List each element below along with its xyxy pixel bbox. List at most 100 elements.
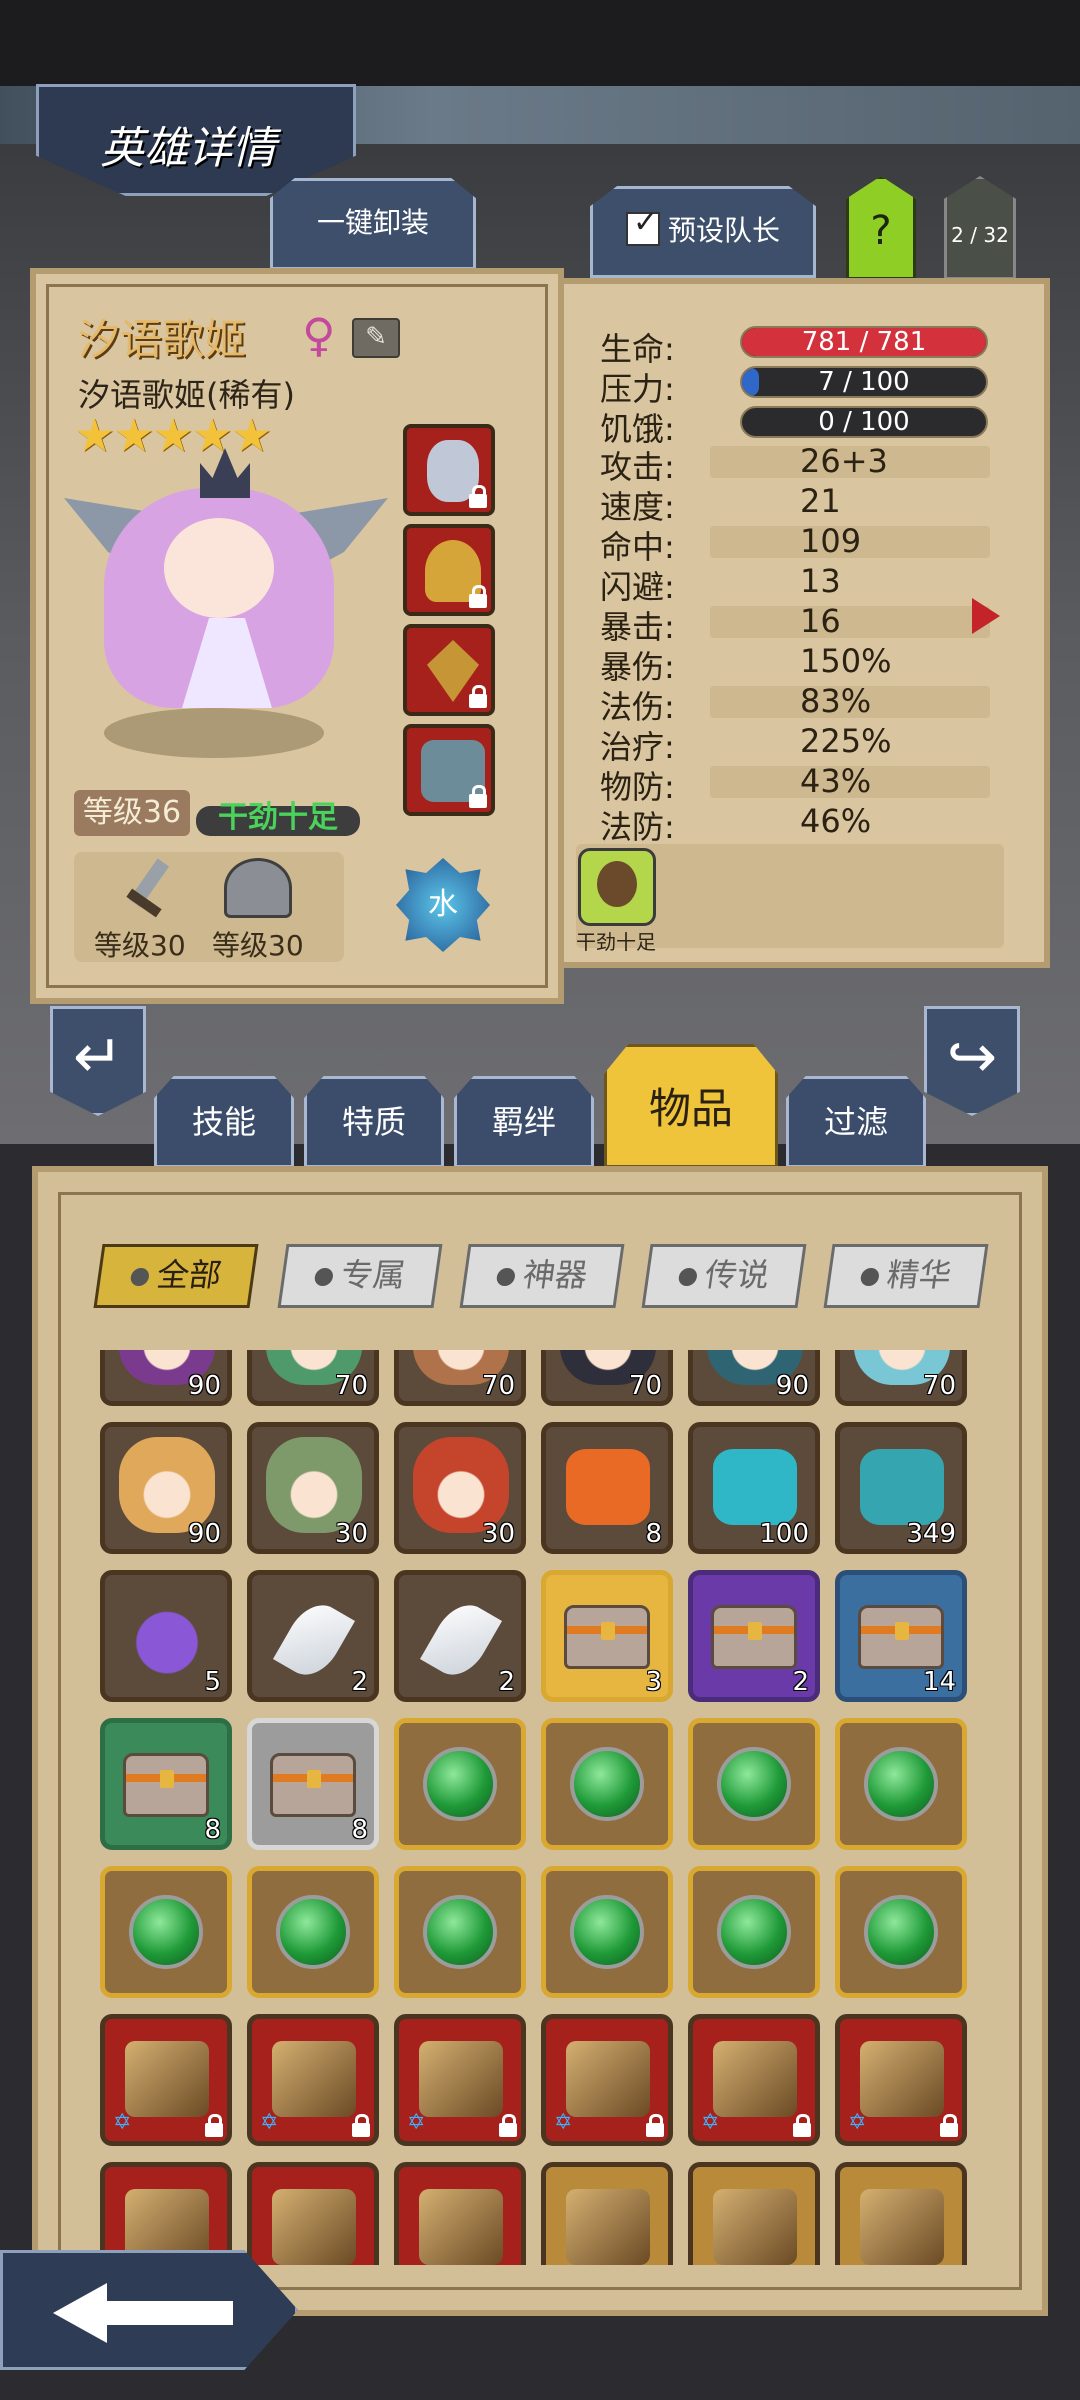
inventory-item[interactable]: 2 <box>247 1570 379 1702</box>
item-count: 8 <box>645 1519 662 1549</box>
item-count: 70 <box>628 1371 662 1401</box>
inventory-item[interactable] <box>541 1866 673 1998</box>
lock-icon <box>469 485 487 508</box>
sword-icon[interactable] <box>116 858 180 922</box>
inventory-item[interactable]: 70 <box>835 1350 967 1406</box>
inventory-item[interactable]: 70 <box>541 1350 673 1406</box>
inventory-item[interactable]: 30 <box>247 1422 379 1554</box>
energized-status-icon[interactable] <box>578 848 656 926</box>
inventory-item[interactable] <box>394 2162 526 2265</box>
hero-portrait[interactable] <box>64 448 388 778</box>
stat-value: 13 <box>800 562 841 600</box>
equip-slot-helmet[interactable] <box>403 524 495 616</box>
inventory-item[interactable]: ✡ <box>247 2014 379 2146</box>
inventory-item[interactable]: 90 <box>688 1350 820 1406</box>
rename-edit-icon[interactable]: ✎ <box>352 318 400 358</box>
inventory-item[interactable]: ✡ <box>394 2014 526 2146</box>
green-gem-icon <box>423 1747 497 1821</box>
star-badge-icon: ✡ <box>407 2110 426 2135</box>
inventory-item[interactable] <box>100 2162 232 2265</box>
inventory-item[interactable] <box>247 1866 379 1998</box>
equipment-icon <box>566 2041 650 2117</box>
inventory-item[interactable]: 8 <box>247 1718 379 1850</box>
material-icon <box>713 1449 797 1525</box>
help-label: ? <box>870 208 892 254</box>
inventory-item[interactable]: ✡ <box>100 2014 232 2146</box>
inventory-item[interactable] <box>835 1866 967 1998</box>
radio-icon <box>859 1268 881 1286</box>
back-button[interactable] <box>0 2250 298 2370</box>
helmet-icon[interactable] <box>224 858 292 918</box>
equipment-icon <box>566 2189 650 2265</box>
inventory-item[interactable]: 2 <box>688 1570 820 1702</box>
equip-slot-armor[interactable] <box>403 724 495 816</box>
inventory-item[interactable]: 8 <box>541 1422 673 1554</box>
stat-value: 46% <box>800 802 872 840</box>
weapon-level-text: 等级30 <box>94 929 186 962</box>
inventory-item[interactable] <box>688 1718 820 1850</box>
unequip-all-button[interactable]: 一键卸装 <box>270 178 476 270</box>
stat-row: 法防: 46% <box>600 802 988 846</box>
more-stats-arrow-icon[interactable] <box>972 598 1000 634</box>
stat-value: 26+3 <box>800 442 888 480</box>
inventory-item[interactable] <box>835 2162 967 2265</box>
category-label: 专属 <box>338 1256 408 1294</box>
tab-items[interactable]: 物品 <box>604 1044 778 1168</box>
inventory-item[interactable] <box>688 1866 820 1998</box>
inventory-grid[interactable]: 90 70 70 70 90 70 90 30 30 8 100 349 5 2 2 3 2 14 8 8 ✡ ✡ ✡ ✡ ✡ ✡ <box>100 1350 980 2265</box>
equip-slot-accessory[interactable] <box>403 624 495 716</box>
lock-icon <box>352 2114 370 2137</box>
inventory-item[interactable] <box>394 1866 526 1998</box>
star-badge-icon: ✡ <box>701 2110 720 2135</box>
inventory-item[interactable]: 8 <box>100 1718 232 1850</box>
inventory-item[interactable]: 14 <box>835 1570 967 1702</box>
tab-skills[interactable]: 技能 <box>154 1076 294 1168</box>
tab-filter[interactable]: 过滤 <box>786 1076 926 1168</box>
category-legend-button[interactable]: 传说 <box>641 1244 807 1308</box>
item-count: 8 <box>351 1815 368 1845</box>
star-badge-icon: ✡ <box>554 2110 573 2135</box>
item-count: 100 <box>759 1519 809 1549</box>
category-exclusive-button[interactable]: 专属 <box>277 1244 443 1308</box>
tab-traits[interactable]: 特质 <box>304 1076 444 1168</box>
inventory-item[interactable]: 90 <box>100 1350 232 1406</box>
category-all-button[interactable]: 全部 <box>93 1244 259 1308</box>
inventory-item[interactable]: 349 <box>835 1422 967 1554</box>
stat-value: 225% <box>800 722 892 760</box>
equipment-icon <box>860 2189 944 2265</box>
inventory-item[interactable] <box>541 2162 673 2265</box>
item-count: 14 <box>922 1667 956 1697</box>
item-count: 30 <box>334 1519 368 1549</box>
stat-row: 速度: 21 <box>600 482 988 526</box>
green-gem-icon <box>717 1747 791 1821</box>
inventory-item[interactable]: 70 <box>247 1350 379 1406</box>
checkbox-icon[interactable]: ✓ <box>625 206 660 246</box>
hero-level-text: 等级36 <box>82 795 182 830</box>
inventory-item[interactable]: 3 <box>541 1570 673 1702</box>
inventory-item[interactable]: 90 <box>100 1422 232 1554</box>
inventory-item[interactable]: 5 <box>100 1570 232 1702</box>
inventory-item[interactable] <box>688 2162 820 2265</box>
inventory-item[interactable]: ✡ <box>835 2014 967 2146</box>
stat-row: 物防: 43% <box>600 762 990 806</box>
inventory-item[interactable] <box>541 1718 673 1850</box>
inventory-item[interactable]: ✡ <box>688 2014 820 2146</box>
inventory-item[interactable] <box>247 2162 379 2265</box>
radio-icon <box>129 1268 151 1286</box>
water-element-icon[interactable]: 水 <box>396 858 490 952</box>
inventory-item[interactable]: 2 <box>394 1570 526 1702</box>
equip-slot-weapon[interactable] <box>403 424 495 516</box>
stat-health: 生命: 781 / 781 <box>600 324 988 368</box>
inventory-item[interactable] <box>100 1866 232 1998</box>
category-essence-button[interactable]: 精华 <box>823 1244 989 1308</box>
inventory-item[interactable]: 100 <box>688 1422 820 1554</box>
inventory-item[interactable] <box>394 1718 526 1850</box>
category-artifact-button[interactable]: 神器 <box>459 1244 625 1308</box>
inventory-item[interactable]: 70 <box>394 1350 526 1406</box>
preset-leader-button[interactable]: ✓ 预设队长 <box>590 186 816 278</box>
tab-bonds[interactable]: 羁绊 <box>454 1076 594 1168</box>
inventory-item[interactable]: ✡ <box>541 2014 673 2146</box>
item-count: 2 <box>351 1667 368 1697</box>
inventory-item[interactable] <box>835 1718 967 1850</box>
inventory-item[interactable]: 30 <box>394 1422 526 1554</box>
